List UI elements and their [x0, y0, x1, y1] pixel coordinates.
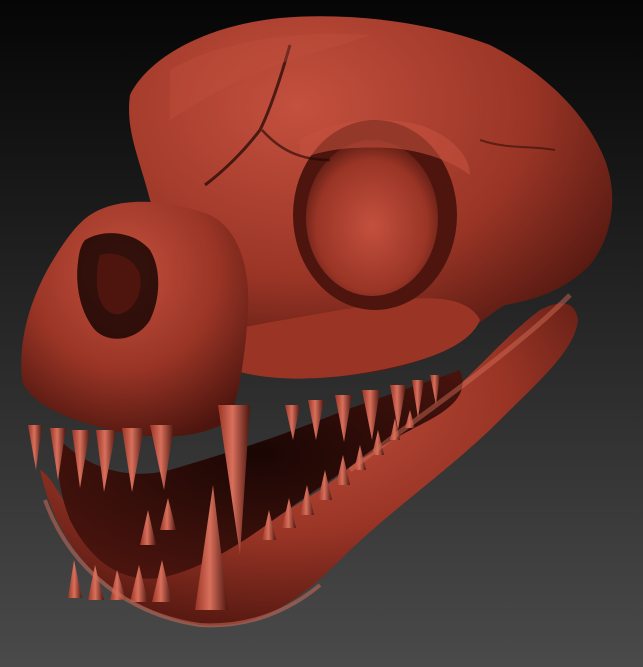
eye-orbit — [306, 140, 438, 296]
skull-render — [0, 0, 643, 667]
sculpt-viewport[interactable] — [0, 0, 643, 667]
